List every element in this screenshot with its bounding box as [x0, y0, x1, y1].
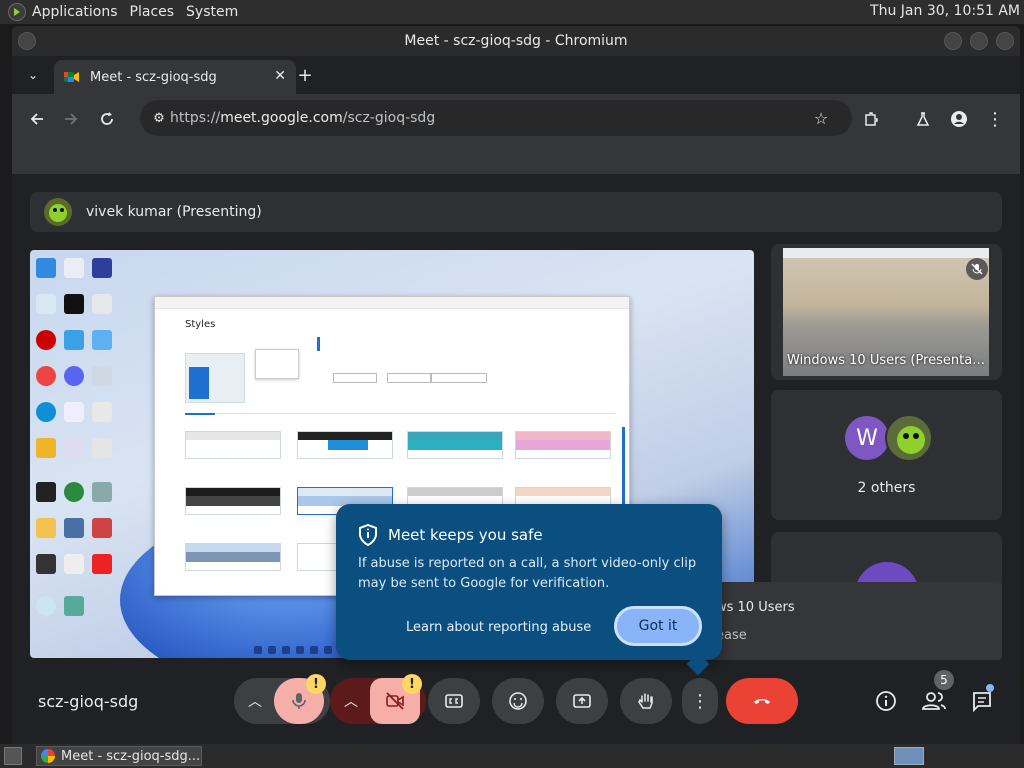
others-count-label: 2 others: [857, 480, 916, 496]
show-desktop-icon[interactable]: [4, 747, 22, 765]
microphone-icon: [292, 693, 306, 709]
chat-unread-dot: [986, 684, 994, 692]
distro-logo-icon[interactable]: [8, 3, 26, 21]
minimize-button[interactable]: [944, 32, 962, 50]
tab-search-icon[interactable]: ⌄: [22, 64, 44, 86]
system-menu[interactable]: System: [180, 4, 244, 20]
captions-button[interactable]: [428, 678, 480, 724]
places-menu[interactable]: Places: [124, 4, 181, 20]
hand-icon: [638, 693, 653, 709]
participant-name: Windows 10 Users (Presenta…: [787, 353, 986, 368]
meet-favicon-icon: [64, 69, 80, 85]
tab-strip: ⌄ Meet - scz-gioq-sdg ✕ +: [12, 56, 1020, 94]
meet-area: vivek kumar (Presenting) Styles Windows …: [12, 174, 1020, 744]
presented-app-title: Styles: [185, 319, 216, 330]
camera-options-chevron-icon[interactable]: ︿: [344, 691, 358, 711]
presenter-label: vivek kumar (Presenting): [86, 204, 262, 220]
window-menu-button[interactable]: [18, 32, 36, 50]
url-path: /scz-gioq-sdg: [342, 110, 436, 126]
browser-menu-icon[interactable]: ⋮: [984, 108, 1006, 130]
url-host: meet.google.com: [220, 110, 343, 126]
participant-avatar-owl: [885, 414, 933, 462]
got-it-button[interactable]: Got it: [614, 606, 702, 646]
new-tab-button[interactable]: +: [294, 64, 316, 86]
url-scheme: https://: [170, 110, 221, 126]
people-button[interactable]: [919, 686, 949, 716]
participant-tile-others[interactable]: W 2 others: [771, 390, 1002, 520]
window-titlebar[interactable]: Meet - scz-gioq-sdg - Chromium: [12, 26, 1020, 56]
site-settings-icon[interactable]: ⚙: [148, 107, 170, 129]
applications-menu[interactable]: Applications: [26, 4, 124, 20]
clock[interactable]: Thu Jan 30, 10:51 AM: [870, 3, 1020, 19]
meet-safety-popup: Meet keeps you safe If abuse is reported…: [336, 504, 722, 676]
captions-icon: [445, 694, 463, 708]
participant-hover-card: ws 10 Users ease: [702, 582, 1002, 660]
back-icon[interactable]: [26, 108, 48, 130]
tab-meet[interactable]: Meet - scz-gioq-sdg ✕: [54, 60, 296, 94]
mic-warning-icon: !: [306, 674, 326, 694]
meeting-info-button[interactable]: [871, 686, 901, 716]
people-icon: [922, 692, 946, 710]
participant-tile-windows-users[interactable]: Windows 10 Users (Presenta…: [771, 244, 1002, 380]
mic-muted-icon: [966, 258, 988, 280]
camera-off-icon: [386, 692, 404, 710]
address-bar[interactable]: ⚙ https://meet.google.com/scz-gioq-sdg ☆: [140, 100, 852, 136]
labs-flask-icon[interactable]: [912, 108, 934, 130]
camera-warning-icon: !: [402, 674, 422, 694]
popup-body: If abuse is reported on a call, a short …: [358, 556, 697, 591]
chat-icon: [973, 692, 991, 712]
reactions-button[interactable]: [492, 678, 544, 724]
extensions-icon[interactable]: [860, 108, 882, 130]
toolbar-spacer: [12, 144, 1020, 174]
meeting-code: scz-gioq-sdg: [38, 692, 139, 711]
participant-avatar-w: W: [845, 416, 889, 460]
learn-reporting-link[interactable]: Learn about reporting abuse: [406, 620, 591, 635]
popup-title: Meet keeps you safe: [388, 526, 543, 544]
window-title: Meet - scz-gioq-sdg - Chromium: [404, 33, 628, 49]
presenter-avatar: [44, 198, 72, 226]
browser-toolbar: ⚙ https://meet.google.com/scz-gioq-sdg ☆…: [12, 94, 1020, 144]
more-vert-icon: ⋮: [691, 690, 709, 712]
hover-card-name: ws 10 Users: [716, 600, 795, 615]
forward-icon[interactable]: [60, 108, 82, 130]
presenter-bar: vivek kumar (Presenting): [30, 192, 1002, 232]
chromium-icon: [41, 749, 55, 763]
shield-icon: [359, 524, 377, 546]
present-screen-icon: [573, 694, 591, 708]
more-options-button[interactable]: ⋮: [682, 678, 718, 724]
profile-icon[interactable]: [948, 108, 970, 130]
taskbar-window-label: Meet - scz-gioq-sdg...: [61, 748, 201, 764]
close-window-button[interactable]: [996, 32, 1014, 50]
popup-pointer: [686, 652, 710, 676]
raise-hand-button[interactable]: [620, 678, 672, 724]
workspace-switcher[interactable]: [894, 747, 924, 765]
emoji-icon: [509, 692, 527, 710]
participants-count-badge: 5: [934, 670, 954, 690]
maximize-button[interactable]: [970, 32, 988, 50]
bookmark-star-icon[interactable]: ☆: [810, 107, 832, 129]
end-call-icon: [754, 699, 770, 704]
os-taskbar: Meet - scz-gioq-sdg...: [0, 744, 1024, 768]
mic-options-chevron-icon[interactable]: ︿: [248, 691, 262, 711]
present-button[interactable]: [556, 678, 608, 724]
leave-call-button[interactable]: [726, 678, 798, 724]
reload-icon[interactable]: [96, 108, 118, 130]
tab-title: Meet - scz-gioq-sdg: [90, 69, 217, 85]
tab-close-icon[interactable]: ✕: [274, 68, 286, 84]
taskbar-window-item[interactable]: Meet - scz-gioq-sdg...: [36, 746, 202, 766]
top-panel: Applications Places System Thu Jan 30, 1…: [0, 0, 1024, 24]
info-icon: [876, 691, 896, 711]
